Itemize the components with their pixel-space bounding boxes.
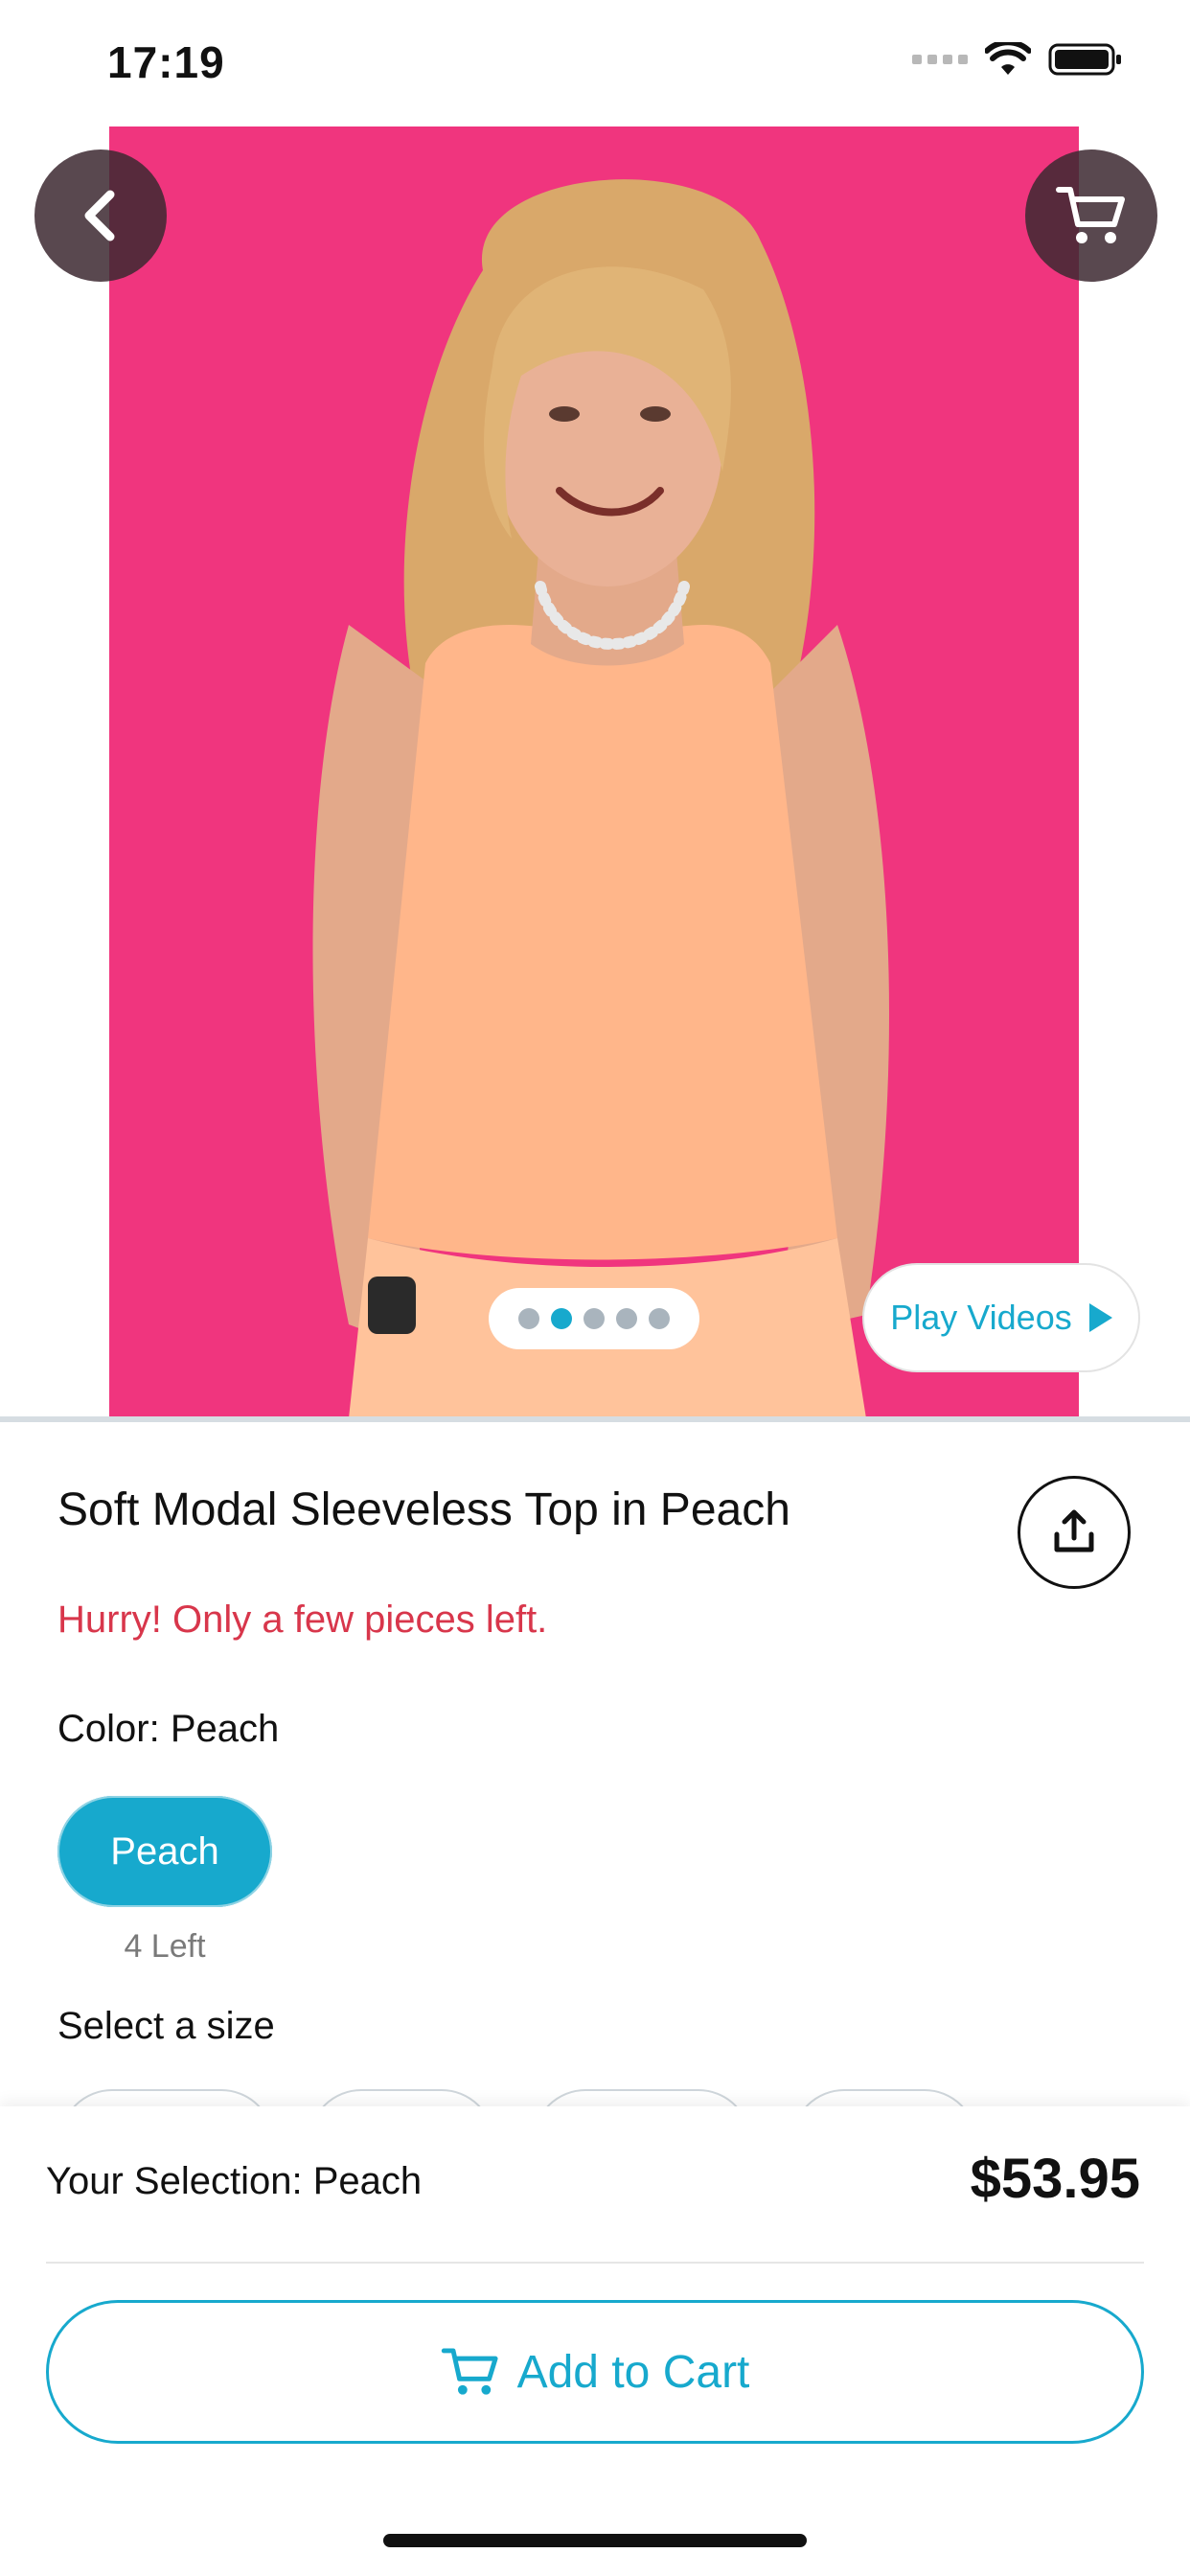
pager-dot[interactable] — [616, 1308, 637, 1329]
size-label: Select a size — [57, 2005, 275, 2047]
panel-divider — [46, 2262, 1144, 2264]
purchase-panel: Your Selection: Peach $53.95 Add to Cart — [0, 2106, 1190, 2576]
pager-dot[interactable] — [649, 1308, 670, 1329]
wifi-icon — [985, 42, 1031, 75]
gallery-divider — [0, 1416, 1190, 1422]
product-gallery[interactable]: Play Videos — [0, 126, 1190, 1418]
pager-dot[interactable] — [518, 1308, 539, 1329]
add-to-cart-button[interactable]: Add to Cart — [46, 2300, 1144, 2444]
status-icons — [912, 42, 1123, 77]
color-option-stock: 4 Left — [124, 1928, 206, 1965]
add-to-cart-label: Add to Cart — [516, 2346, 750, 2398]
pager-dot[interactable] — [584, 1308, 605, 1329]
product-title: Soft Modal Sleeveless Top in Peach — [57, 1484, 790, 1535]
cart-icon — [441, 2348, 498, 2395]
color-label: Color: Peach — [57, 1708, 279, 1751]
pager-dot-active[interactable] — [551, 1308, 572, 1329]
color-option-peach[interactable]: Peach — [57, 1796, 272, 1907]
status-time: 17:19 — [107, 37, 225, 87]
color-label-text: Color: — [57, 1708, 171, 1750]
stock-warning: Hurry! Only a few pieces left. — [57, 1598, 548, 1641]
your-selection: Your Selection: Peach — [46, 2160, 423, 2202]
cart-button[interactable] — [1025, 150, 1157, 282]
play-videos-button[interactable]: Play Videos — [862, 1263, 1140, 1372]
color-value: Peach — [170, 1708, 280, 1750]
battery-icon — [1048, 43, 1121, 76]
play-videos-label: Play Videos — [890, 1298, 1072, 1337]
signal-icon — [912, 55, 968, 64]
play-icon — [1088, 1303, 1112, 1332]
home-indicator[interactable] — [383, 2534, 807, 2547]
share-button[interactable] — [1018, 1476, 1131, 1589]
share-icon — [1054, 1509, 1094, 1552]
product-photo[interactable] — [109, 126, 1079, 1418]
model-image — [109, 126, 1079, 1418]
status-bar: 17:19 — [0, 0, 1190, 126]
cart-icon — [1056, 187, 1125, 243]
back-button[interactable] — [34, 150, 167, 282]
color-option-label: Peach — [110, 1829, 219, 1873]
gallery-pager — [489, 1288, 699, 1349]
price: $53.95 — [970, 2148, 1140, 2210]
back-icon — [84, 190, 115, 242]
